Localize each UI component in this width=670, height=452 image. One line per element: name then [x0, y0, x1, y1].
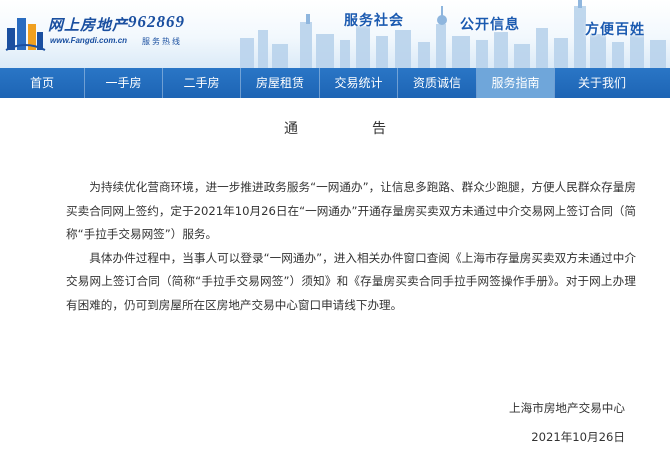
nav-item-rental[interactable]: 房屋租赁 — [241, 68, 319, 98]
site-header-banner: 网上房地产 www.Fangdi.com.cn 962869 服务热线 服务社会… — [0, 0, 670, 68]
site-url: www.Fangdi.com.cn — [50, 36, 128, 45]
slogan-convenience: 方便百姓 — [585, 22, 645, 38]
nav-item-service-guide[interactable]: 服务指南 — [477, 68, 554, 98]
notice-signature: 上海市房地产交易中心 — [509, 401, 625, 415]
notice-date: 2021年10月26日 — [531, 430, 625, 444]
nav-item-new-homes[interactable]: 一手房 — [85, 68, 162, 98]
nav-item-resale-homes[interactable]: 二手房 — [163, 68, 240, 98]
buildings-logo-icon[interactable] — [4, 10, 46, 54]
notice-body: 为持续优化营商环境，进一步推进政务服务“一网通办”，让信息多跑路、群众少跑腿，方… — [66, 176, 636, 317]
nav-item-statistics[interactable]: 交易统计 — [320, 68, 397, 98]
nav-item-credentials[interactable]: 资质诚信 — [398, 68, 476, 98]
hotline-label: 服务热线 — [142, 37, 182, 46]
slogan-public-info: 公开信息 — [460, 17, 520, 33]
nav-item-about-us[interactable]: 关于我们 — [555, 68, 649, 98]
notice-title-char: 通 — [284, 121, 298, 137]
notice-paragraph: 为持续优化营商环境，进一步推进政务服务“一网通办”，让信息多跑路、群众少跑腿，方… — [66, 180, 636, 241]
slogan-serve-society: 服务社会 — [344, 13, 404, 29]
notice-title: 通告 — [0, 118, 670, 138]
hotline-number: 962869 — [128, 12, 185, 31]
main-nav: 首页 一手房 二手房 房屋租赁 交易统计 资质诚信 服务指南 关于我们 — [0, 68, 670, 98]
site-name[interactable]: 网上房地产 — [48, 14, 128, 35]
notice-title-char: 告 — [372, 121, 386, 137]
nav-item-home[interactable]: 首页 — [0, 68, 84, 98]
notice-paragraph: 具体办件过程中，当事人可以登录“一网通办”，进入相关办件窗口查阅《上海市存量房买… — [66, 250, 636, 312]
